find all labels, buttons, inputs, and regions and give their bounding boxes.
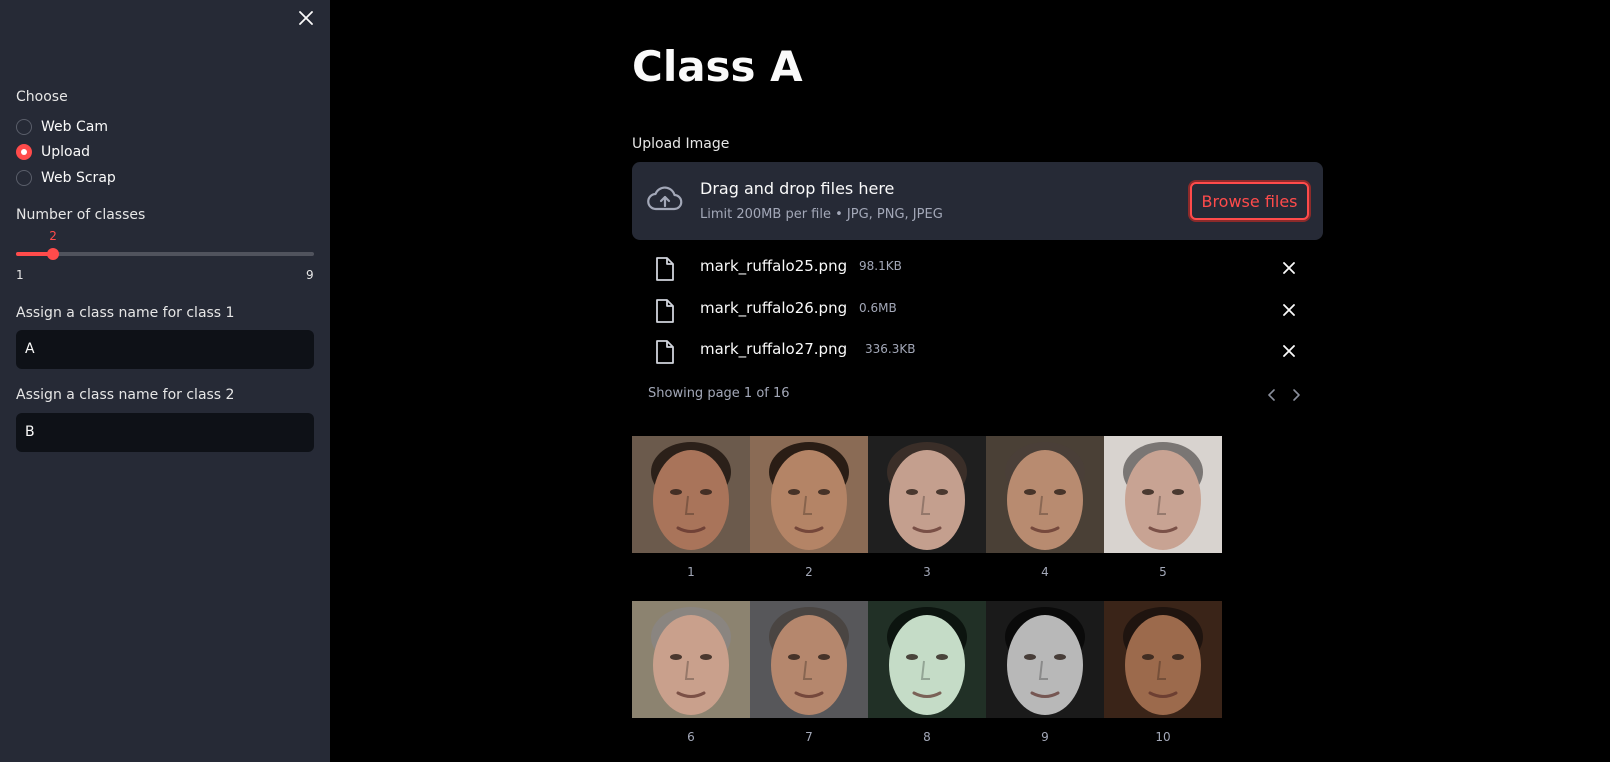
close-sidebar-button[interactable] [295, 7, 317, 29]
gallery-caption: 4 [1041, 565, 1049, 579]
gallery-image [632, 601, 750, 718]
file-icon [656, 257, 674, 281]
file-icon [656, 340, 674, 364]
num-classes-slider[interactable] [16, 248, 314, 260]
radio-label: Web Scrap [41, 170, 116, 186]
dropzone-limits: Limit 200MB per file • JPG, PNG, JPEG [700, 207, 943, 222]
gallery-image [1104, 601, 1222, 718]
uploaded-file-row: mark_ruffalo25.png 98.1KB [632, 253, 1323, 285]
previous-page-button[interactable] [1264, 387, 1280, 403]
remove-file-button[interactable] [1280, 301, 1298, 319]
cloud-upload-icon [647, 186, 683, 211]
gallery-caption: 9 [1041, 730, 1049, 744]
chevron-right-icon [1293, 389, 1300, 401]
class1-label: Assign a class name for class 1 [16, 305, 235, 321]
radio-web-scrap[interactable]: Web Scrap [16, 168, 116, 188]
radio-label: Web Cam [41, 119, 108, 135]
gallery-image [986, 436, 1104, 553]
pagination-status: Showing page 1 of 16 [648, 386, 790, 401]
remove-file-button[interactable] [1280, 342, 1298, 360]
gallery-caption: 10 [1155, 730, 1171, 744]
slider-thumb[interactable] [47, 248, 60, 260]
file-icon [656, 299, 674, 323]
gallery-image [632, 436, 750, 553]
next-page-button[interactable] [1288, 387, 1304, 403]
gallery-caption: 6 [687, 730, 695, 744]
gallery-caption: 7 [805, 730, 813, 744]
close-icon [1283, 262, 1295, 274]
close-icon [1283, 345, 1295, 357]
radio-upload[interactable]: Upload [16, 142, 90, 162]
gallery-image [986, 601, 1104, 718]
gallery-caption: 3 [923, 565, 931, 579]
dropzone-instructions: Drag and drop files here [700, 179, 895, 198]
chevron-left-icon [1268, 389, 1275, 401]
num-classes-label: Number of classes [16, 207, 146, 223]
close-icon [1283, 304, 1295, 316]
gallery-image [868, 436, 986, 553]
radio-button[interactable] [16, 170, 32, 186]
slider-value: 2 [49, 229, 57, 243]
gallery-caption: 5 [1159, 565, 1167, 579]
class1-input[interactable]: A [16, 330, 314, 369]
upload-label: Upload Image [632, 136, 730, 152]
sidebar: Choose Web Cam Upload Web Scrap Number o… [0, 0, 330, 762]
close-icon [299, 11, 313, 25]
gallery-image [750, 436, 868, 553]
page-title: Class A [632, 42, 803, 91]
file-size: 336.3KB [865, 342, 916, 356]
radio-web-cam[interactable]: Web Cam [16, 117, 108, 137]
gallery-caption: 8 [923, 730, 931, 744]
gallery-image [1104, 436, 1222, 553]
file-name: mark_ruffalo26.png [700, 299, 848, 317]
slider-max-label: 9 [306, 268, 314, 282]
gallery-image [750, 601, 868, 718]
main-content: Class A Upload Image Drag and drop files… [330, 0, 1610, 762]
gallery-caption: 1 [687, 565, 695, 579]
remove-file-button[interactable] [1280, 259, 1298, 277]
choose-label: Choose [16, 89, 68, 105]
class2-label: Assign a class name for class 2 [16, 387, 235, 403]
slider-min-label: 1 [16, 268, 24, 282]
radio-button[interactable] [16, 119, 32, 135]
radio-button-selected[interactable] [16, 144, 32, 160]
file-dropzone[interactable]: Drag and drop files here Limit 200MB per… [632, 162, 1323, 240]
gallery-image [868, 601, 986, 718]
file-size: 0.6MB [859, 301, 897, 315]
radio-label: Upload [41, 144, 91, 160]
class2-input[interactable]: B [16, 413, 314, 452]
file-name: mark_ruffalo25.png [700, 257, 848, 275]
file-name: mark_ruffalo27.png [700, 340, 848, 358]
browse-files-button[interactable]: Browse files [1190, 182, 1309, 220]
gallery-caption: 2 [805, 565, 813, 579]
uploaded-file-row: mark_ruffalo26.png 0.6MB [632, 295, 1323, 327]
uploaded-file-row: mark_ruffalo27.png 336.3KB [632, 336, 1323, 368]
file-size: 98.1KB [859, 259, 902, 273]
